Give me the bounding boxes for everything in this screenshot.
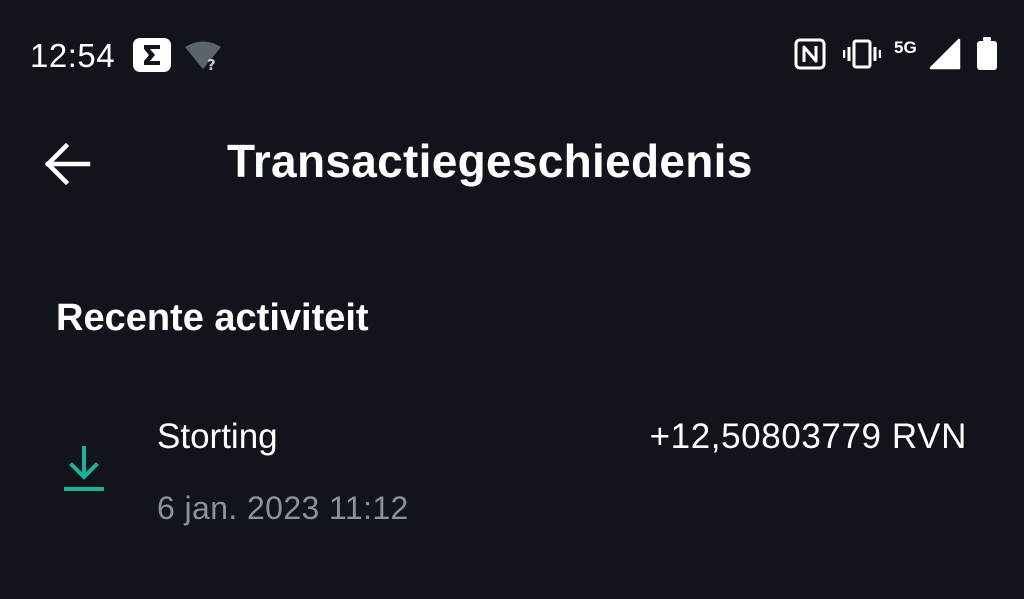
status-time: 12:54 — [30, 37, 116, 74]
wifi-unknown-icon: ? — [184, 40, 222, 77]
transaction-row[interactable]: Storting +12,50803779 RVN 6 jan. 2023 11… — [0, 395, 1024, 545]
back-button[interactable] — [38, 136, 98, 192]
vibrate-icon — [842, 38, 882, 75]
battery-icon — [976, 37, 998, 76]
network-type-label: 5G — [894, 38, 917, 57]
transaction-history-screen: 12:54 ? 5G Transactiegeschiedenis Recent… — [0, 0, 1024, 599]
transaction-type: Storting — [157, 417, 278, 456]
svg-text:?: ? — [207, 56, 216, 72]
section-title: Recente activiteit — [56, 297, 369, 339]
arrow-left-icon — [44, 142, 91, 186]
transaction-date: 6 jan. 2023 11:12 — [157, 490, 409, 526]
status-bar: 12:54 ? 5G — [0, 0, 1024, 110]
transaction-amount: +12,50803779 RVN — [649, 417, 967, 456]
sigma-app-icon — [133, 38, 171, 72]
page-title: Transactiegeschiedenis — [227, 135, 753, 187]
signal-icon — [929, 38, 961, 75]
download-icon — [60, 445, 108, 498]
nfc-icon — [794, 38, 826, 75]
